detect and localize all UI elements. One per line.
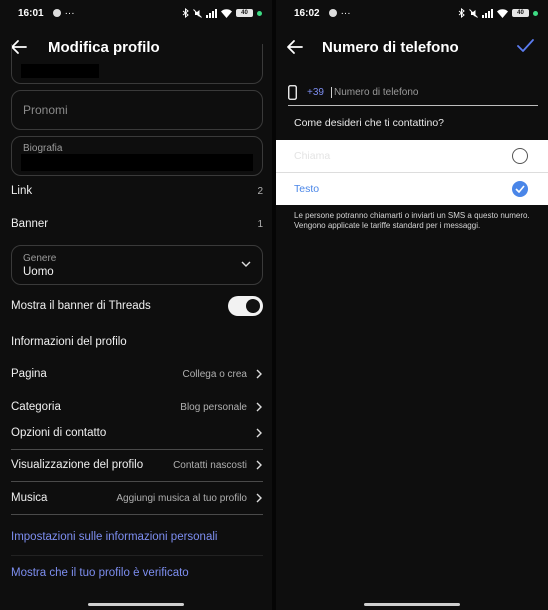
phone-number-field[interactable]: +39 Numero di telefono [288, 80, 538, 106]
pronouns-field[interactable]: Pronomi [11, 90, 263, 130]
mobile-phone-icon [288, 85, 297, 100]
profile-display-label: Visualizzazione del profilo [11, 459, 144, 471]
option-call-label: Chiama [294, 150, 331, 162]
back-arrow-icon[interactable] [286, 36, 304, 58]
link-count: 2 [257, 185, 263, 197]
country-code[interactable]: +39 [307, 87, 324, 98]
status-bar: 16:02 ··· 40 [276, 0, 548, 26]
banner-row[interactable]: Banner 1 [11, 209, 263, 239]
battery-icon: 40 [236, 9, 253, 17]
option-call[interactable]: Chiama [276, 140, 548, 172]
profile-display-value: Contatti nascosti [173, 459, 247, 471]
home-indicator[interactable] [364, 603, 460, 606]
threads-banner-toggle[interactable] [228, 296, 263, 316]
mute-icon [193, 8, 202, 18]
category-value: Blog personale [180, 401, 247, 413]
phone-input[interactable]: Numero di telefono [330, 87, 418, 98]
contact-options-label: Opzioni di contatto [11, 427, 107, 439]
threads-banner-row: Mostra il banner di Threads [11, 291, 263, 321]
bluetooth-icon [182, 8, 189, 18]
gender-label: Genere [23, 253, 57, 264]
banner-count: 1 [257, 218, 263, 230]
signal-icon [482, 8, 493, 18]
divider [11, 514, 263, 515]
chevron-right-icon [256, 369, 262, 379]
phone-number-screen: 16:02 ··· 40 Numero di telefono +39 Nume… [276, 0, 548, 610]
bio-label: Biografia [23, 143, 63, 154]
more-notifications-icon: ··· [340, 7, 351, 19]
section-title: Informazioni del profilo [11, 327, 263, 357]
category-label: Categoria [11, 401, 61, 413]
battery-icon: 40 [512, 9, 529, 17]
chevron-right-icon [256, 460, 262, 470]
edit-profile-screen: 16:01 ··· 40 Modifica profilo Pronomi Bi… [0, 0, 272, 610]
chevron-right-icon [256, 493, 262, 503]
page-row[interactable]: Pagina Collega o crea [11, 359, 263, 389]
page-label: Pagina [11, 368, 47, 380]
music-label: Musica [11, 492, 48, 504]
personal-info-settings-link[interactable]: Impostazioni sulle informazioni personal… [11, 531, 217, 543]
redacted-text [21, 64, 99, 78]
gender-value: Uomo [23, 266, 54, 278]
checkmark-icon[interactable] [517, 39, 534, 53]
gender-select[interactable]: Genere Uomo [11, 245, 263, 285]
telegram-icon [52, 9, 61, 17]
mute-icon [469, 8, 478, 18]
option-text-label: Testo [294, 183, 320, 195]
app-bar: Numero di telefono [276, 30, 548, 64]
contact-options-row[interactable]: Opzioni di contatto [11, 418, 263, 448]
radio-unselected[interactable] [512, 148, 528, 164]
signal-icon [206, 8, 217, 18]
pronouns-placeholder: Pronomi [23, 103, 68, 117]
divider [11, 555, 263, 556]
music-value: Aggiungi musica al tuo profilo [116, 492, 247, 504]
status-time: 16:02 [294, 7, 320, 19]
contact-question: Come desideri che ti contattino? [294, 117, 444, 129]
more-notifications-icon: ··· [64, 7, 75, 19]
page-value: Collega o crea [182, 368, 247, 380]
privacy-indicator [257, 10, 262, 16]
wifi-icon [497, 8, 508, 18]
sms-hint: Le persone potranno chiamarti o inviarti… [294, 211, 530, 230]
privacy-indicator [533, 10, 538, 16]
chevron-right-icon [256, 428, 262, 438]
profile-info-heading: Informazioni del profilo [11, 336, 127, 348]
status-bar: 16:01 ··· 40 [0, 0, 272, 26]
link-label: Link [11, 185, 33, 197]
check-icon [515, 185, 525, 193]
profile-display-row[interactable]: Visualizzazione del profilo Contatti nas… [11, 450, 263, 480]
home-indicator[interactable] [88, 603, 184, 606]
link-row[interactable]: Link 2 [11, 176, 263, 206]
page-title: Numero di telefono [322, 38, 459, 56]
wifi-icon [221, 8, 232, 18]
verify-profile-link[interactable]: Mostra che il tuo profilo è verificato [11, 567, 189, 579]
redacted-text [21, 154, 253, 171]
radio-selected[interactable] [512, 181, 528, 197]
music-row[interactable]: Musica Aggiungi musica al tuo profilo [11, 483, 263, 513]
threads-banner-label: Mostra il banner di Threads [11, 300, 151, 312]
name-field[interactable] [11, 44, 263, 84]
chevron-right-icon [256, 402, 262, 412]
bio-field[interactable]: Biografia [11, 136, 263, 176]
toggle-knob [246, 299, 260, 313]
divider [11, 481, 263, 482]
option-text[interactable]: Testo [276, 173, 548, 205]
chevron-down-icon [241, 261, 251, 267]
telegram-icon [328, 9, 337, 17]
bluetooth-icon [458, 8, 465, 18]
banner-label: Banner [11, 218, 49, 230]
status-time: 16:01 [18, 7, 44, 19]
